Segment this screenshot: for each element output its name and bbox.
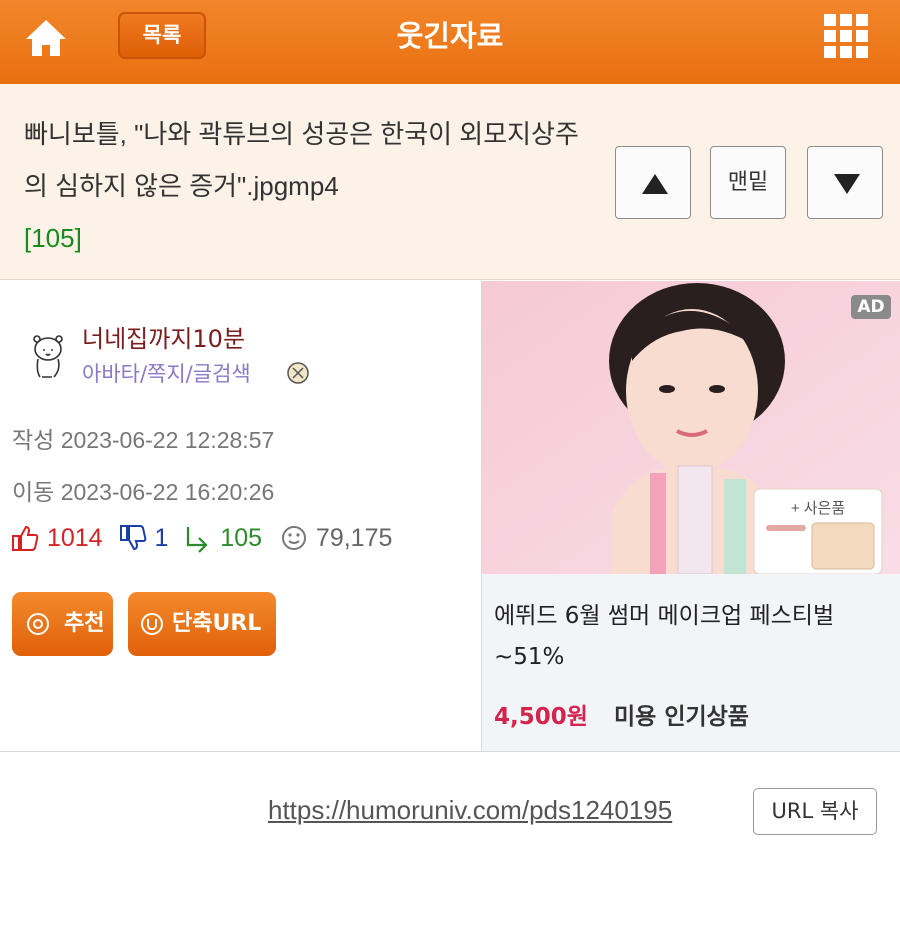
ad-image[interactable]: + 사은품	[482, 281, 900, 574]
shorturl-button[interactable]: 단축URL	[128, 592, 276, 656]
ad-category: 미용 인기상품	[614, 704, 749, 730]
arrow-up-icon	[642, 174, 668, 194]
ad-price: 4,500원	[494, 704, 588, 730]
post-title-text: 빠니보틀, "나와 곽튜브의 성공은 한국이 외모지상주의 심하지 않은 증거"…	[24, 119, 579, 201]
list-button[interactable]: 목록	[118, 12, 206, 59]
avatar[interactable]	[28, 333, 68, 381]
reply-count: 105	[220, 523, 263, 552]
downvote-count: 1	[154, 523, 169, 552]
thumbs-down-icon	[119, 525, 146, 551]
page-title: 웃긴자료	[396, 19, 504, 53]
author-menu-links[interactable]: 아바타/쪽지/글검색	[82, 358, 251, 388]
post-title-area: 빠니보틀, "나와 곽튜브의 성공은 한국이 외모지상주의 심하지 않은 증거"…	[0, 84, 900, 280]
thumbs-up-icon	[12, 526, 39, 552]
grid-menu-icon[interactable]	[822, 12, 870, 60]
upvote-count: 1014	[46, 523, 103, 552]
scroll-down-button[interactable]	[807, 146, 883, 219]
badge-icon	[287, 362, 309, 384]
home-icon[interactable]	[22, 14, 70, 62]
moved-time: 이동 2023-06-22 16:20:26	[12, 479, 275, 505]
ad-badge: AD	[851, 295, 891, 319]
post-title: 빠니보틀, "나와 곽튜브의 성공은 한국이 외모지상주의 심하지 않은 증거"…	[24, 108, 589, 264]
gift-label: + 사은품	[791, 500, 845, 517]
comment-count[interactable]: [105]	[24, 212, 589, 264]
shorturl-label: 단축URL	[172, 611, 262, 636]
reply-icon	[187, 527, 208, 554]
scroll-up-button[interactable]	[615, 146, 691, 219]
written-time: 작성 2023-06-22 12:28:57	[12, 427, 275, 453]
post-stats: 1014 1 105 79,175	[10, 523, 392, 555]
ad-title[interactable]: 에뛰드 6월 썸머 메이크업 페스티벌 ~51%	[494, 596, 894, 678]
view-count: 79,175	[315, 523, 393, 552]
recommend-button[interactable]: 추천	[12, 592, 113, 656]
top-bar: 목록 웃긴자료	[0, 0, 900, 84]
author-nickname[interactable]: 너네집까지10분	[82, 319, 245, 354]
ad-panel[interactable]: + 사은품 AD 에뛰드 6월 썸머 메이크업 페스티벌 ~51% 4,500원…	[481, 281, 900, 751]
author-panel: 너네집까지10분 아바타/쪽지/글검색 작성 2023-06-22 12:28:…	[0, 281, 481, 751]
smiley-icon	[281, 526, 306, 551]
recommend-label: 추천	[64, 611, 105, 636]
scroll-bottom-button[interactable]: 맨밑	[710, 146, 786, 219]
url-copy-button[interactable]: URL 복사	[753, 788, 877, 835]
link-u-icon	[141, 613, 163, 635]
post-url-link[interactable]: https://humoruniv.com/pds1240195	[268, 795, 672, 826]
recommend-icon	[27, 613, 49, 635]
divider	[0, 751, 900, 752]
arrow-down-icon	[834, 174, 860, 194]
